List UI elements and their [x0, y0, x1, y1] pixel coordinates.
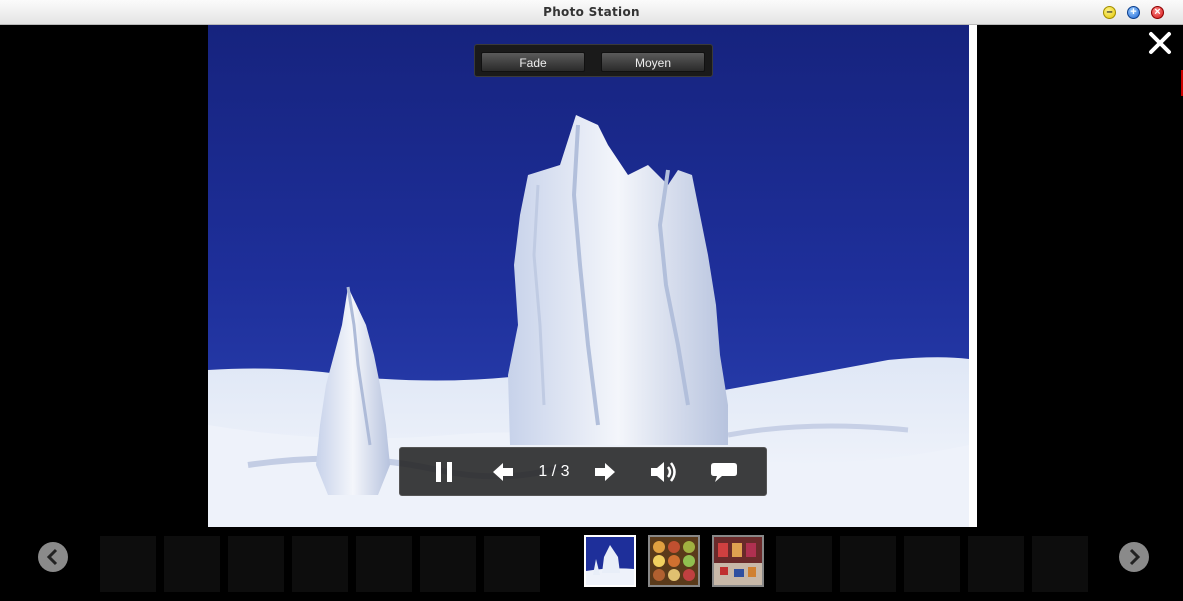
close-window-button[interactable]: ×	[1151, 6, 1164, 19]
window-title: Photo Station	[543, 5, 640, 19]
effects-bar: Fade Moyen	[474, 44, 713, 77]
thumbnail-placeholder	[356, 536, 412, 592]
maximize-button[interactable]: +	[1127, 6, 1140, 19]
pause-icon[interactable]	[434, 460, 456, 484]
thumbnail-placeholder	[420, 536, 476, 592]
thumbnail-placeholder	[904, 536, 960, 592]
window-titlebar: Photo Station – + ×	[0, 0, 1183, 25]
thumbnail-snowy-trees[interactable]	[584, 535, 636, 587]
thumbnail-placeholder	[484, 536, 540, 592]
thumbnail-placeholder	[968, 536, 1024, 592]
thumbnail-placeholder	[1032, 536, 1088, 592]
speaker-icon[interactable]	[649, 460, 679, 484]
close-icon[interactable]	[1147, 30, 1173, 56]
thumbnail-colorful-dishes[interactable]	[648, 535, 700, 587]
minimize-button[interactable]: –	[1103, 6, 1116, 19]
thumbnail-placeholder	[228, 536, 284, 592]
chevron-left-icon[interactable]	[38, 542, 68, 572]
speech-bubble-icon[interactable]	[710, 460, 738, 484]
thumbnail-placeholder	[840, 536, 896, 592]
arrow-right-icon[interactable]	[593, 460, 617, 484]
slide-counter: 1 / 3	[538, 463, 570, 480]
thumbnail-market-stall[interactable]	[712, 535, 764, 587]
transition-button[interactable]: Fade	[481, 52, 585, 72]
thumbnail-placeholder	[164, 536, 220, 592]
chevron-right-icon[interactable]	[1119, 542, 1149, 572]
arrow-left-icon[interactable]	[491, 460, 515, 484]
thumbnail-placeholder	[292, 536, 348, 592]
thumbnail-placeholder	[100, 536, 156, 592]
speed-button[interactable]: Moyen	[601, 52, 705, 72]
thumbnail-placeholder	[776, 536, 832, 592]
slideshow-controls: 1 / 3	[399, 447, 767, 496]
